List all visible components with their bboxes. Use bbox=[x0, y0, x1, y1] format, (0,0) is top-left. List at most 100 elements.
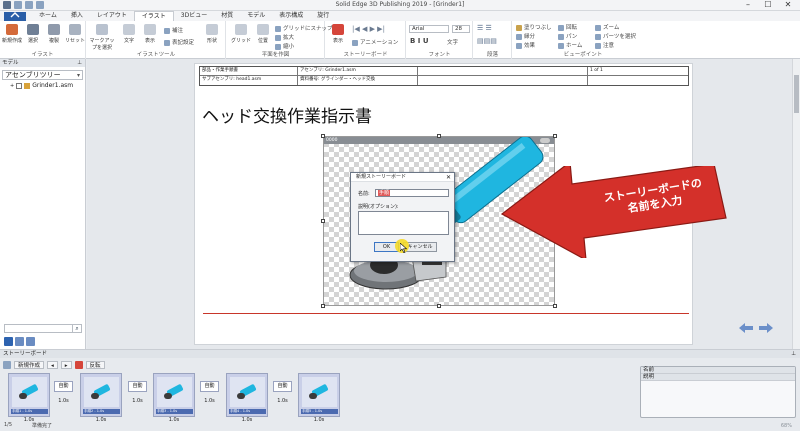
shape-button[interactable]: 形状 bbox=[202, 24, 222, 44]
pin-icon[interactable]: ⊥ bbox=[791, 350, 796, 358]
caution-icon bbox=[595, 42, 601, 49]
text-button[interactable]: 文字 bbox=[119, 24, 139, 44]
tab-model[interactable]: モデル bbox=[240, 11, 272, 21]
playback-controls[interactable]: |◀ ◀ ▶ ▶| bbox=[352, 25, 385, 33]
file-menu-button[interactable] bbox=[4, 12, 26, 21]
description-textarea[interactable] bbox=[358, 211, 449, 235]
caution-button[interactable]: 注意 bbox=[595, 41, 614, 49]
home-icon bbox=[558, 42, 564, 49]
select-button[interactable]: 選択 bbox=[23, 24, 43, 44]
display-button[interactable]: 表示 bbox=[140, 24, 160, 44]
transition-box[interactable]: 自動 bbox=[128, 381, 147, 392]
rotate-button[interactable]: 回転 bbox=[558, 23, 577, 31]
tab-assembly-tree[interactable] bbox=[4, 337, 13, 346]
reverse-button[interactable]: 反転 bbox=[85, 361, 105, 369]
edge-button[interactable]: 縁分 bbox=[516, 32, 535, 40]
dialog-close-icon[interactable]: ✕ bbox=[446, 173, 451, 182]
zoom-out-button[interactable]: 縮小 bbox=[275, 42, 294, 50]
position-button[interactable]: 位置 bbox=[253, 24, 273, 44]
new-illustration-button[interactable]: 新規作成 bbox=[2, 24, 22, 44]
record-icon[interactable] bbox=[74, 361, 83, 369]
text-color-button[interactable]: 文字 bbox=[447, 38, 458, 46]
font-size-select[interactable]: 28 bbox=[452, 25, 470, 33]
select-parts-button[interactable]: パーツを選択 bbox=[595, 32, 636, 40]
group-label-storyboard: ストーリーボード bbox=[343, 52, 388, 58]
select-icon bbox=[27, 24, 39, 35]
transition-box[interactable]: 自動 bbox=[273, 381, 292, 392]
balloon-button[interactable]: 補注 bbox=[164, 26, 183, 34]
arrow-left-icon[interactable] bbox=[738, 322, 754, 334]
notation-settings-button[interactable]: 表記設定 bbox=[164, 38, 194, 46]
align-buttons[interactable]: ▤▤▤ bbox=[477, 37, 497, 45]
text-style-buttons[interactable]: B I U bbox=[410, 37, 429, 45]
document-scrollbar[interactable] bbox=[792, 59, 800, 349]
tab-home[interactable]: ホーム bbox=[32, 11, 64, 21]
settings-icon bbox=[164, 39, 170, 46]
font-name-select[interactable]: Arial bbox=[409, 25, 449, 33]
scrollbar-thumb[interactable] bbox=[794, 75, 799, 113]
selection-handle[interactable] bbox=[553, 304, 557, 308]
property-description-row[interactable]: 説明 bbox=[641, 374, 795, 381]
selection-handle[interactable] bbox=[437, 304, 441, 308]
storyboard-frame[interactable]: 手順4 - 1.0s bbox=[226, 373, 268, 417]
arrow-right-icon[interactable] bbox=[758, 322, 774, 334]
tab-illustration[interactable]: イラスト bbox=[133, 11, 174, 21]
visibility-checkbox[interactable] bbox=[16, 82, 23, 89]
tab-insert[interactable]: 挿入 bbox=[64, 11, 90, 21]
grid-button[interactable]: グリッド bbox=[231, 24, 251, 44]
header-cell bbox=[588, 76, 688, 85]
storyboard-frame[interactable]: 手順5 - 1.0s bbox=[298, 373, 340, 417]
snap-to-grid-toggle[interactable]: グリッドにスナップ bbox=[275, 24, 333, 32]
storyboard-frame[interactable]: 手順1 - 1.0s bbox=[8, 373, 50, 417]
maximize-button[interactable]: ☐ bbox=[758, 0, 778, 10]
tab-travel[interactable]: 旋行 bbox=[310, 11, 336, 21]
tab-material[interactable]: 材質 bbox=[214, 11, 240, 21]
scroll-left-button[interactable]: ◂ bbox=[47, 361, 58, 369]
storyboard-name-input[interactable]: 手順 bbox=[375, 189, 449, 197]
tree-search-input[interactable]: ⌕ bbox=[4, 324, 82, 333]
show-storyboard-button[interactable]: 表示 bbox=[328, 24, 348, 44]
selection-handle[interactable] bbox=[321, 134, 325, 138]
model-panel-title: モデル bbox=[2, 60, 19, 66]
minimize-button[interactable]: – bbox=[738, 0, 758, 10]
chevron-down-icon[interactable]: ▾ bbox=[77, 71, 80, 80]
header-cell: アセンブリ: Grinder1.asm bbox=[298, 67, 418, 75]
storyboard-frame[interactable]: 手順2 - 1.0s bbox=[80, 373, 122, 417]
zoom-level[interactable]: 68% bbox=[781, 423, 792, 429]
transition-box[interactable]: 自動 bbox=[54, 381, 73, 392]
duplicate-button[interactable]: 複製 bbox=[44, 24, 64, 44]
frame-label: 手順3 - 1.0s bbox=[156, 409, 193, 414]
assembly-tree-header[interactable]: アセンブリツリー ▾ bbox=[2, 70, 83, 80]
transition-box[interactable]: 自動 bbox=[200, 381, 219, 392]
group-label-illustration-tools: イラストツール bbox=[136, 52, 176, 58]
zoom-button[interactable]: ズーム bbox=[595, 23, 619, 31]
expand-icon[interactable]: + bbox=[10, 83, 14, 89]
fill-button[interactable]: 塗りつぶし bbox=[516, 23, 552, 31]
reset-button[interactable]: リセット bbox=[65, 24, 85, 44]
selection-handle[interactable] bbox=[437, 134, 441, 138]
tree-item-grinder[interactable]: + Grinder1.asm bbox=[10, 82, 85, 89]
select-markup-button[interactable]: マークアップを選択 bbox=[89, 24, 115, 51]
close-button[interactable]: ✕ bbox=[778, 0, 798, 10]
tab-layers[interactable] bbox=[26, 337, 35, 346]
home-view-button[interactable]: ホーム bbox=[558, 41, 582, 49]
selection-handle[interactable] bbox=[321, 219, 325, 223]
zoom-in-button[interactable]: 拡大 bbox=[275, 33, 294, 41]
selection-handle[interactable] bbox=[553, 134, 557, 138]
pan-button[interactable]: パン bbox=[558, 32, 577, 40]
tab-views[interactable] bbox=[15, 337, 24, 346]
storyboard-frame[interactable]: 手順3 - 1.0s bbox=[153, 373, 195, 417]
search-icon[interactable]: ⌕ bbox=[72, 325, 81, 332]
property-name-row[interactable]: 名前 bbox=[641, 367, 795, 374]
selection-handle[interactable] bbox=[321, 304, 325, 308]
tab-layout[interactable]: レイアウト bbox=[90, 11, 134, 21]
new-frame-icon[interactable] bbox=[3, 361, 11, 369]
animation-button[interactable]: アニメーション bbox=[352, 38, 398, 46]
new-storyboard-button[interactable]: 新規作成 bbox=[14, 361, 45, 369]
scroll-right-button[interactable]: ▸ bbox=[60, 361, 72, 369]
pin-icon[interactable]: ⊥ bbox=[77, 59, 82, 67]
effect-button[interactable]: 効果 bbox=[516, 41, 535, 49]
tab-3d-view[interactable]: 3Dビュー bbox=[174, 11, 214, 21]
list-buttons[interactable]: ☰ ☰ bbox=[477, 24, 492, 32]
tab-display-config[interactable]: 表示構成 bbox=[272, 11, 310, 21]
